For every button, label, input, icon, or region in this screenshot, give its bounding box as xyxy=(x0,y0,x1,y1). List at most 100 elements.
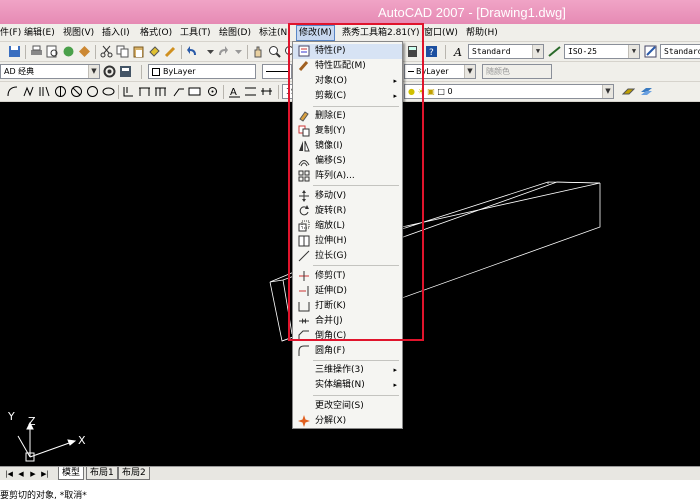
text-style-icon[interactable]: A xyxy=(452,45,465,58)
first-tab-icon[interactable]: |◀ xyxy=(4,469,14,479)
menu-dimension[interactable]: 标注(N) xyxy=(259,26,291,40)
chevron-down-icon: ▼ xyxy=(464,65,475,78)
next-tab-icon[interactable]: ▶ xyxy=(28,469,38,479)
match-brush-icon[interactable] xyxy=(164,45,177,58)
explode-icon xyxy=(298,415,310,427)
pan-icon[interactable] xyxy=(252,45,265,58)
last-tab-icon[interactable]: ▶| xyxy=(40,469,50,479)
color-value: ByLayer xyxy=(163,67,196,76)
tab-layout2[interactable]: 布局2 xyxy=(118,467,150,480)
table-style-value: Standard xyxy=(664,47,700,56)
text-style-select[interactable]: Standard ▼ xyxy=(468,44,544,59)
menu-insert[interactable]: 插入(I) xyxy=(102,26,130,40)
layer-lock-icon: ▣ xyxy=(427,87,435,96)
pline-icon[interactable] xyxy=(22,85,35,98)
layer-value: 0 xyxy=(447,87,453,96)
ordinate-dim-icon[interactable] xyxy=(122,85,135,98)
command-line-text: 要剪切的对象, *取消* xyxy=(0,491,87,500)
svg-text:A: A xyxy=(230,87,237,98)
menu-item-solid-editing[interactable]: 实体编辑(N) ▸ xyxy=(293,378,402,393)
dim-text-edit-icon[interactable] xyxy=(244,85,257,98)
menu-item-explode[interactable]: 分解(X) xyxy=(293,414,402,429)
table-style-icon[interactable] xyxy=(644,45,657,58)
table-style-select[interactable]: Standard xyxy=(660,44,700,59)
layer-manager-icon[interactable] xyxy=(640,85,653,98)
fillet-icon xyxy=(298,345,310,357)
color-select[interactable]: ByLayer xyxy=(148,64,256,79)
redo-icon[interactable] xyxy=(216,45,229,58)
arc-icon[interactable] xyxy=(6,85,19,98)
paste-icon[interactable] xyxy=(132,45,145,58)
zoom-realtime-icon[interactable] xyxy=(268,45,281,58)
menu-edit[interactable]: 编辑(E) xyxy=(24,26,55,40)
ucs-y-label: Y xyxy=(8,410,15,423)
undo-icon[interactable] xyxy=(186,45,199,58)
menu-item-change-space[interactable]: 更改空间(S) xyxy=(293,399,402,414)
menu-format[interactable]: 格式(O) xyxy=(140,26,172,40)
menu-view[interactable]: 视图(V) xyxy=(63,26,94,40)
dim-style-value: ISO-25 xyxy=(568,47,597,56)
workspace-save-icon[interactable] xyxy=(119,65,132,78)
layer-previous-icon[interactable] xyxy=(622,85,635,98)
redo-dropdown-icon[interactable] xyxy=(232,45,245,58)
submenu-arrow-icon: ▸ xyxy=(393,366,397,374)
plotstyle-value: 随颜色 xyxy=(486,67,510,76)
cut-icon[interactable] xyxy=(100,45,113,58)
spline-icon[interactable] xyxy=(54,85,67,98)
continue-dim-icon[interactable] xyxy=(154,85,167,98)
prev-tab-icon[interactable]: ◀ xyxy=(16,469,26,479)
window-title: AutoCAD 2007 - [Drawing1.dwg] xyxy=(378,5,566,20)
menu-tools[interactable]: 工具(T) xyxy=(180,26,211,40)
menu-separator xyxy=(313,395,399,396)
ellipse-icon[interactable] xyxy=(102,85,115,98)
chevron-down-icon: ▼ xyxy=(602,85,613,98)
help-icon[interactable]: ? xyxy=(425,45,438,58)
paint-bucket-icon[interactable] xyxy=(148,45,161,58)
dim-edit-icon[interactable]: A xyxy=(228,85,241,98)
menu-item-3d-operations[interactable]: 三维操作(3) ▸ xyxy=(293,363,402,378)
layer-select[interactable]: ● ☀ ▣ □ 0 ▼ xyxy=(404,84,614,99)
tolerance-icon[interactable] xyxy=(188,85,201,98)
revcloud-icon[interactable] xyxy=(70,85,83,98)
color-swatch xyxy=(152,67,160,76)
circle-icon[interactable] xyxy=(86,85,99,98)
menu-help[interactable]: 帮助(H) xyxy=(466,26,498,40)
workspace-settings-icon[interactable] xyxy=(103,65,116,78)
layout-tab-bar: |◀ ◀ ▶ ▶| 模型 布局1 布局2 xyxy=(0,466,700,480)
svg-text:?: ? xyxy=(429,48,434,58)
ucs-icon: Y Z X xyxy=(0,405,100,465)
menu-window[interactable]: 窗口(W) xyxy=(424,26,458,40)
workspace-value: AD 经典 xyxy=(4,67,35,76)
svg-text:A: A xyxy=(453,46,462,58)
publish-icon[interactable] xyxy=(62,45,75,58)
chevron-down-icon: ▼ xyxy=(532,45,543,58)
menu-draw[interactable]: 绘图(D) xyxy=(219,26,251,40)
baseline-dim-icon[interactable] xyxy=(138,85,151,98)
menu-item-fillet[interactable]: 圆角(F) xyxy=(293,344,402,359)
title-bar: AutoCAD 2007 - [Drawing1.dwg] xyxy=(0,0,700,24)
ucs-x-label: X xyxy=(78,434,86,447)
menu-separator xyxy=(313,360,399,361)
dim-style-icon[interactable] xyxy=(548,45,561,58)
design-center-icon[interactable] xyxy=(78,45,91,58)
center-mark-icon[interactable] xyxy=(206,85,219,98)
chevron-down-icon: ▼ xyxy=(628,45,639,58)
workspace-select[interactable]: AD 经典 ▼ xyxy=(0,64,100,79)
print-preview-icon[interactable] xyxy=(46,45,59,58)
print-icon[interactable] xyxy=(30,45,43,58)
red-highlight-box xyxy=(288,23,424,341)
dim-update-icon[interactable] xyxy=(260,85,273,98)
text-style-value: Standard xyxy=(472,47,511,56)
save-icon[interactable] xyxy=(8,45,21,58)
tab-layout1[interactable]: 布局1 xyxy=(86,467,118,480)
menu-file[interactable]: 件(F) xyxy=(0,26,21,40)
chevron-down-icon: ▼ xyxy=(88,65,99,78)
tab-model[interactable]: 模型 xyxy=(58,467,85,480)
dim-style-select[interactable]: ISO-25 ▼ xyxy=(564,44,640,59)
leader-icon[interactable] xyxy=(172,85,185,98)
command-line[interactable]: 要剪切的对象, *取消* xyxy=(0,480,700,500)
layer-color-icon: □ xyxy=(437,87,445,96)
plotstyle-select: 随颜色 xyxy=(482,64,552,79)
hatch-icon[interactable] xyxy=(38,85,51,98)
copy-clip-icon[interactable] xyxy=(116,45,129,58)
